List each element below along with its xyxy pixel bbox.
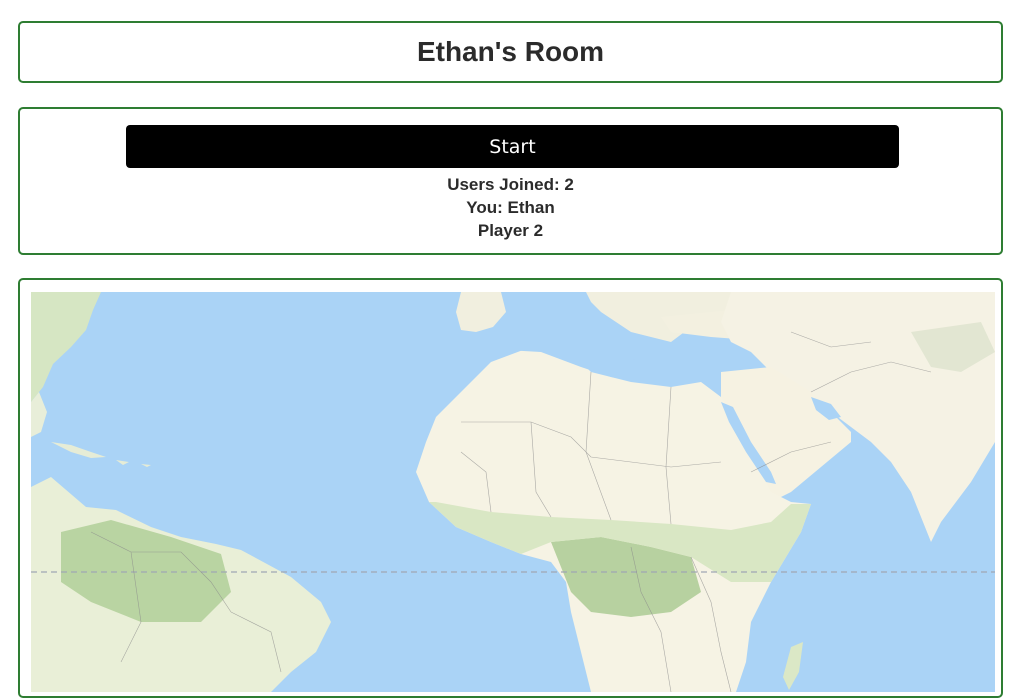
start-button[interactable]: Start (126, 125, 899, 168)
room-title-panel: Ethan's Room (18, 21, 1003, 83)
current-user-text: You: Ethan (466, 198, 555, 217)
room-title: Ethan's Room (416, 36, 605, 67)
world-map[interactable] (31, 292, 995, 692)
map-panel (18, 278, 1003, 698)
map-graphic (31, 292, 995, 692)
users-joined-text: Users Joined: 2 (447, 175, 574, 194)
player-number-text: Player 2 (477, 221, 544, 240)
room-controls-panel: Start Users Joined: 2 You: Ethan Player … (18, 107, 1003, 255)
